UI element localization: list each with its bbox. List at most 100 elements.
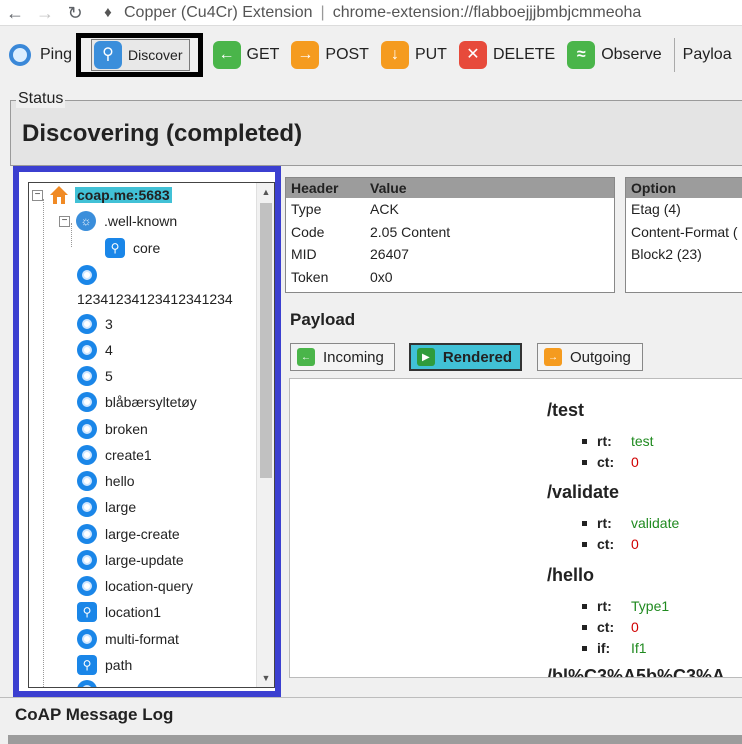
- forward-arrow-icon[interactable]: →: [30, 2, 60, 24]
- rendered-icon: ▶: [417, 348, 435, 366]
- tab-incoming-label: Incoming: [323, 348, 384, 366]
- resource-icon: [77, 445, 97, 465]
- payload-menu-button[interactable]: Payloa: [683, 36, 738, 74]
- option-value: Etag (4): [631, 201, 681, 218]
- message-log-title: CoAP Message Log: [15, 705, 174, 724]
- resource-attr: if: If1: [582, 640, 647, 656]
- incoming-icon: ←: [297, 348, 315, 366]
- magnifier-icon: ⚲: [94, 41, 123, 69]
- tab-outgoing[interactable]: → Outgoing: [537, 343, 643, 371]
- resource-attr: rt: Type1: [582, 598, 669, 614]
- tree-item[interactable]: 5: [77, 366, 113, 386]
- tree-item-wellknown[interactable]: − ☼ .well-known: [59, 211, 177, 231]
- tree-root-label: coap.me:5683: [75, 187, 172, 203]
- ping-label: Ping: [40, 46, 73, 63]
- header-value: 0x0: [370, 268, 393, 285]
- post-button[interactable]: → POST: [285, 36, 375, 74]
- tab-incoming[interactable]: ← Incoming: [290, 343, 395, 371]
- resource-tree-highlight: − coap.me:5683 − ☼ .well-known ⚲ core 12…: [13, 166, 281, 697]
- tree-item-label: blåbærsyltetøy: [105, 394, 197, 410]
- attr-value: 0: [631, 454, 639, 470]
- tree-item[interactable]: hello: [77, 471, 135, 491]
- discover-button[interactable]: ⚲ Discover: [91, 39, 190, 71]
- tree-item[interactable]: large-create: [77, 524, 180, 544]
- attr-key: ct:: [597, 454, 615, 470]
- post-label: POST: [325, 46, 369, 63]
- payload-menu-label: Payloa: [682, 46, 732, 63]
- attr-key: rt:: [597, 598, 612, 614]
- tree-item-core[interactable]: ⚲ core: [105, 238, 160, 258]
- tree-scrollbar[interactable]: ▲ ▼: [256, 183, 274, 687]
- get-label: GET: [246, 46, 280, 63]
- extension-puzzle-icon: ♦: [104, 4, 112, 21]
- tree-item[interactable]: 3: [77, 314, 113, 334]
- resource-heading-cutoff: /bl%C3%A5b%C3%A: [547, 666, 726, 678]
- tree-item[interactable]: ⚲ path: [77, 655, 132, 675]
- scroll-down-icon[interactable]: ▼: [257, 673, 274, 683]
- tree-item-label: multi-format: [105, 631, 179, 647]
- resource-icon: [77, 340, 97, 360]
- tree-item[interactable]: 4: [77, 340, 113, 360]
- tree-item-label: 12341234123412341234: [77, 291, 233, 307]
- resource-icon: [77, 265, 97, 285]
- table-row: Block2 (23): [626, 243, 742, 266]
- tree-root[interactable]: − coap.me:5683: [32, 185, 172, 205]
- delete-button[interactable]: ✕ DELETE: [453, 36, 561, 74]
- attr-value: test: [631, 433, 654, 449]
- tree-item[interactable]: [77, 265, 105, 285]
- tree-item[interactable]: blåbærsyltetøy: [77, 392, 197, 412]
- reload-icon[interactable]: ↻: [60, 2, 90, 24]
- tab-rendered-label: Rendered: [442, 348, 512, 366]
- col-option: Option: [631, 180, 677, 196]
- discover-icon: ⚲: [105, 238, 125, 258]
- tab-rendered[interactable]: ▶ Rendered: [409, 343, 522, 371]
- bullet: [582, 603, 587, 609]
- get-button[interactable]: ← GET: [207, 36, 286, 74]
- resource-icon: [77, 576, 97, 596]
- option-value: Block2 (23): [631, 246, 702, 263]
- tree-item[interactable]: location-query: [77, 576, 193, 596]
- tree-item-partial[interactable]: [77, 680, 105, 687]
- observe-rss-icon: ≈: [567, 41, 596, 69]
- browser-address-bar: ← → ↻ ♦ Copper (Cu4Cr) Extension | chrom…: [0, 0, 742, 26]
- bullet: [582, 459, 587, 465]
- status-text: Discovering (completed): [22, 120, 303, 147]
- tree-item-label: 4: [105, 342, 113, 358]
- attr-key: rt:: [597, 515, 612, 531]
- resource-icon: [77, 314, 97, 334]
- tree-item-label-wrapped[interactable]: 12341234123412341234: [77, 291, 233, 307]
- attr-value: 0: [631, 536, 639, 552]
- header-value: 26407: [370, 246, 409, 263]
- tree-item[interactable]: multi-format: [77, 629, 179, 649]
- put-button[interactable]: ↓ PUT: [375, 36, 453, 74]
- resource-icon: [77, 419, 97, 439]
- collapse-toggle-icon[interactable]: −: [59, 215, 70, 227]
- attr-key: if:: [597, 640, 611, 656]
- header-value: ACK: [370, 201, 399, 218]
- scrollbar-thumb[interactable]: [260, 203, 272, 478]
- scroll-up-icon[interactable]: ▲: [257, 187, 274, 197]
- attr-value: validate: [631, 515, 680, 531]
- get-arrow-icon: ←: [212, 41, 241, 69]
- resource-tree[interactable]: − coap.me:5683 − ☼ .well-known ⚲ core 12…: [28, 182, 275, 688]
- toolbar-divider: [673, 38, 675, 72]
- tree-item[interactable]: broken: [77, 419, 148, 439]
- url-separator: |: [320, 3, 325, 21]
- observe-button[interactable]: ≈ Observe: [561, 36, 667, 74]
- resource-heading: /hello: [547, 565, 595, 585]
- tree-item[interactable]: large-update: [77, 550, 184, 570]
- ping-button[interactable]: Ping: [0, 36, 78, 74]
- option-value: Content-Format (: [631, 223, 738, 240]
- globe-icon: ☼: [76, 211, 96, 231]
- tree-item[interactable]: ⚲ location1: [77, 602, 161, 622]
- url-text[interactable]: chrome-extension://flabboejjjbmbjcmmeoha: [333, 4, 642, 22]
- back-arrow-icon[interactable]: ←: [0, 2, 30, 24]
- bullet: [582, 624, 587, 630]
- table-row: MID 26407: [286, 243, 614, 266]
- tree-item[interactable]: create1: [77, 445, 152, 465]
- discover-icon: ⚲: [77, 602, 97, 622]
- collapse-toggle-icon[interactable]: −: [32, 189, 43, 201]
- tree-item[interactable]: large: [77, 497, 136, 517]
- bullet: [582, 541, 587, 547]
- observe-label: Observe: [601, 46, 662, 63]
